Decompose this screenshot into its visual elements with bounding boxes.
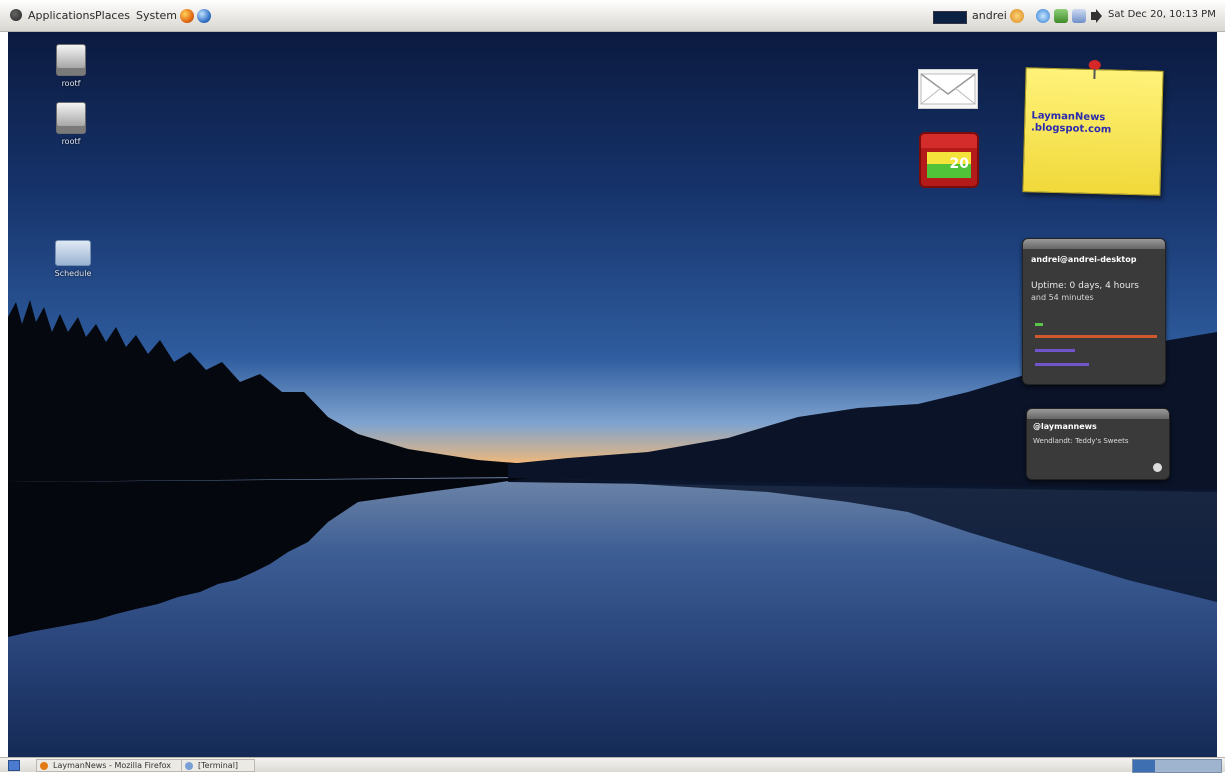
taskbar-item-terminal[interactable]: [Terminal] [181,759,255,772]
workspace-active[interactable] [1133,760,1155,772]
left-forest-silhouette [8,300,528,482]
feed-gadget[interactable]: @laymannews Wendlandt: Teddy's Sweets [1026,408,1170,480]
firefox-icon [40,762,48,770]
system-menu[interactable]: System [136,9,177,22]
left-forest-reflection [8,478,528,637]
right-hills-reflection [528,478,1217,602]
mail-notifier-widget[interactable] [918,69,978,109]
top-panel: Applications Places System andrei Sat De… [0,0,1225,32]
user-emblem-icon[interactable] [1010,9,1024,23]
calendar-widget[interactable]: 20 [919,132,979,188]
network-icon[interactable] [1054,9,1068,23]
sysinfo-meter-orange [1035,335,1157,338]
calendar-day: 20 [949,156,969,172]
desktop-icon-rootf-2[interactable]: rootf [36,102,106,146]
taskbar-item-label: LaymanNews - Mozilla Firefox [53,761,172,770]
distro-logo-icon[interactable] [10,9,22,21]
gadget-header [1027,409,1169,419]
sticky-note-line: LaymanNews [1031,110,1106,124]
system-info-gadget[interactable]: andrei@andrei-desktop Uptime: 0 days, 4 … [1022,238,1166,385]
email-launcher-icon[interactable] [197,9,211,23]
sticky-note-line: .blogspot.com [1030,122,1112,136]
desktop-icon-schedule[interactable]: Schedule [38,240,108,278]
sysinfo-meter-purple [1035,349,1075,352]
sysinfo-meter-purple-2 [1035,363,1089,366]
terminal-icon [185,762,193,770]
bottom-panel: LaymanNews - Mozilla Firefox [Terminal] [0,757,1225,773]
desktop-background: rootf rootf Schedule 20 LaymanNews .blog… [8,32,1217,757]
drive-icon [56,44,86,76]
folder-icon [55,240,91,266]
firefox-launcher-icon[interactable] [180,9,194,23]
volume-icon[interactable] [1091,9,1103,23]
show-desktop-icon[interactable] [8,760,20,771]
workspace-switcher[interactable] [1132,759,1222,773]
sysinfo-meter-green [1035,323,1043,326]
envelope-icon [920,73,976,105]
pushpin-icon [1089,60,1101,74]
sysinfo-hostname: andrei@andrei-desktop [1031,255,1137,264]
bluetooth-icon[interactable] [1072,9,1086,23]
applications-menu[interactable]: Applications [28,9,95,22]
desktop-icon-rootf[interactable]: rootf [36,44,106,88]
gadget-header [1023,239,1165,249]
feed-next-icon[interactable] [1153,463,1162,472]
taskbar-item-label: [Terminal] [198,761,239,770]
feed-title: @laymannews [1033,422,1097,431]
drive-icon [56,102,86,134]
sysinfo-uptime-minutes: and 54 minutes [1031,293,1094,302]
feed-item[interactable]: Wendlandt: Teddy's Sweets [1033,437,1129,445]
update-notifier-icon[interactable] [1036,9,1050,23]
clock[interactable]: Sat Dec 20, 10:13 PM [1108,9,1216,20]
taskbar-item-firefox[interactable]: LaymanNews - Mozilla Firefox [36,759,196,772]
calendar-header [921,134,977,148]
places-menu[interactable]: Places [95,9,130,22]
user-switcher[interactable]: andrei [972,9,1007,22]
sysinfo-uptime: Uptime: 0 days, 4 hours [1031,281,1139,291]
sticky-note-widget[interactable]: LaymanNews .blogspot.com [1022,67,1164,196]
cpu-monitor-applet[interactable] [933,11,967,24]
